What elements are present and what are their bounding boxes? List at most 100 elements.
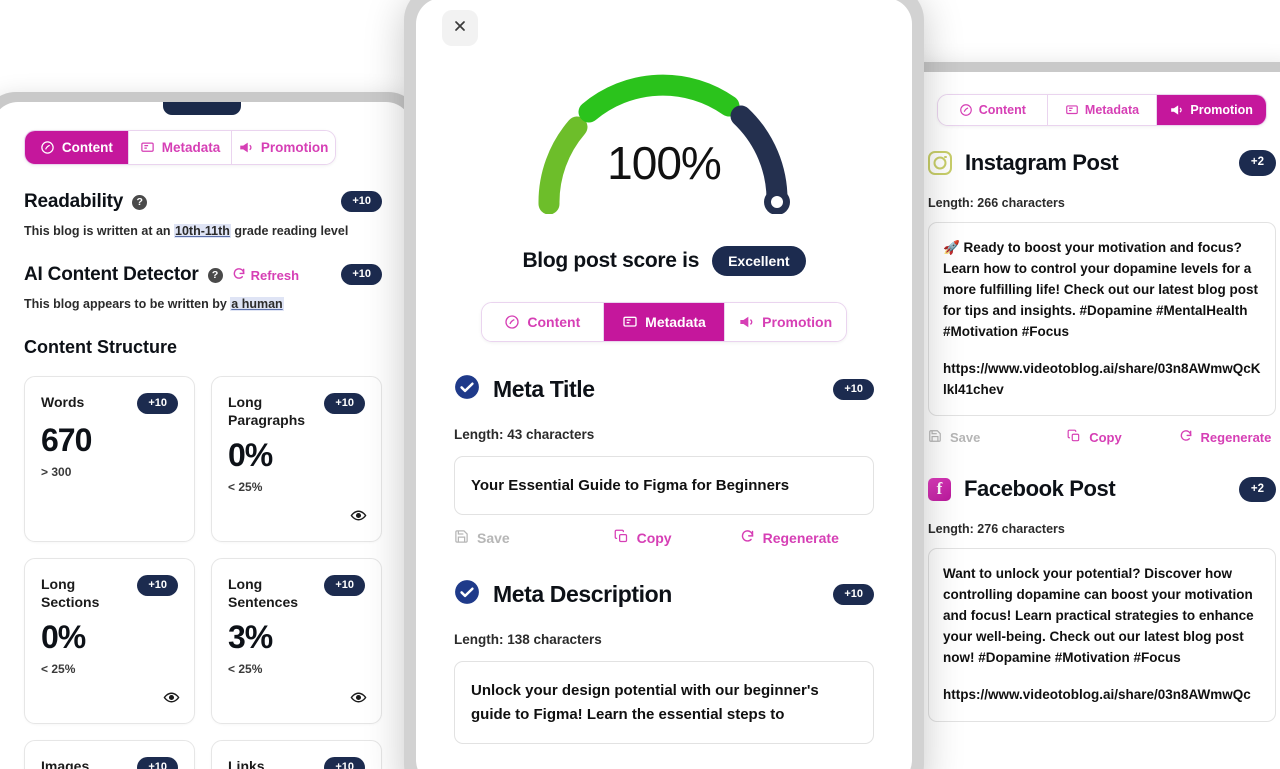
metadata-icon <box>140 140 155 155</box>
refresh-label: Refresh <box>250 267 300 283</box>
instagram-actions: Save Copy Regenerate <box>928 429 1276 446</box>
facebook-post-url: https://www.videotoblog.ai/share/03n8AWm… <box>943 687 1251 703</box>
save-label: Save <box>950 430 981 446</box>
promotion-icon <box>739 314 755 330</box>
instagram-section-header: Instagram Post +2 <box>928 150 1276 176</box>
instagram-post-body: 🚀 Ready to boost your motivation and foc… <box>943 240 1259 339</box>
metadata-icon <box>622 314 638 330</box>
app-screenshot: Content Metadata Promotion Readability ?… <box>0 0 1280 769</box>
metric-value: 0% <box>228 437 273 474</box>
tab-promotion-label: Promotion <box>1190 103 1253 117</box>
metric-value: 3% <box>228 619 273 656</box>
copy-button[interactable]: Copy <box>614 529 740 547</box>
question-mark-icon[interactable]: ? <box>132 194 148 210</box>
copy-icon <box>614 529 629 547</box>
readability-grade-link[interactable]: 10th-11th <box>174 224 231 238</box>
copy-label: Copy <box>636 530 672 547</box>
instagram-icon <box>928 151 952 175</box>
eye-icon[interactable] <box>163 689 180 711</box>
ai-detector-description: This blog appears to be written by a hum… <box>24 297 382 311</box>
tab-promotion[interactable]: Promotion <box>232 131 335 164</box>
tab-promotion-label: Promotion <box>762 314 833 330</box>
tab-content[interactable]: Content <box>938 95 1048 125</box>
metric-card[interactable]: Words +10 670 > 300 <box>24 376 195 542</box>
tab-metadata[interactable]: Metadata <box>1047 95 1158 125</box>
instagram-post-url: https://www.videotoblog.ai/share/03n8AWm… <box>943 360 1261 397</box>
tab-content-label: Content <box>527 314 581 330</box>
metric-label: Images <box>41 758 90 769</box>
tab-promotion[interactable]: Promotion <box>1157 95 1266 125</box>
tab-metadata[interactable]: Metadata <box>128 131 233 164</box>
right-tabbar: Content Metadata Promotion <box>937 94 1267 126</box>
facebook-post-textarea[interactable]: Want to unlock your potential? Discover … <box>928 548 1276 722</box>
meta-description-section: Meta Description +10 Length: 138 charact… <box>416 579 912 744</box>
metric-label: Long Paragraphs <box>228 394 306 429</box>
regenerate-icon <box>740 529 755 547</box>
save-button[interactable]: Save <box>454 529 614 547</box>
metric-card[interactable]: Long Sentences +10 3% < 25% <box>211 558 382 724</box>
save-label: Save <box>477 530 510 547</box>
save-icon <box>454 529 469 547</box>
content-icon <box>504 314 520 330</box>
promotion-icon <box>1170 103 1184 117</box>
close-icon <box>452 18 468 39</box>
tab-content[interactable]: Content <box>482 303 604 341</box>
regenerate-button[interactable]: Regenerate <box>740 529 839 547</box>
metric-card[interactable]: Long Paragraphs +10 0% < 25% <box>211 376 382 542</box>
metric-badge: +10 <box>137 757 178 769</box>
meta-title-heading: Meta Title <box>493 376 595 402</box>
metric-hint: < 25% <box>41 662 76 677</box>
tab-content[interactable]: Content <box>25 131 129 164</box>
metric-card[interactable]: Long Sections +10 0% < 25% <box>24 558 195 724</box>
ai-detector-title: AI Content Detector <box>24 264 199 285</box>
regenerate-button[interactable]: Regenerate <box>1179 429 1271 446</box>
center-tabbar: Content Metadata Promotion <box>481 302 847 342</box>
meta-title-value: Your Essential Guide to Figma for Beginn… <box>471 477 790 494</box>
content-structure-cards: Words +10 670 > 300 Long Paragraphs +10 … <box>24 376 382 769</box>
facebook-icon <box>928 477 951 501</box>
check-circle-icon <box>454 579 480 610</box>
tab-promotion[interactable]: Promotion <box>725 303 846 341</box>
readability-description: This blog is written at an 10th-11th gra… <box>24 224 382 238</box>
instagram-badge: +2 <box>1238 150 1276 176</box>
copy-button[interactable]: Copy <box>1067 429 1178 446</box>
question-mark-icon[interactable]: ? <box>207 267 223 283</box>
readability-desc-prefix: This blog is written at an <box>24 224 175 238</box>
content-icon <box>40 140 55 155</box>
metric-hint: > 300 <box>41 465 72 479</box>
save-button[interactable]: Save <box>928 429 1067 446</box>
refresh-button[interactable]: Refresh <box>232 267 299 284</box>
instagram-length: Length: 266 characters <box>928 196 1065 210</box>
blog-score-pill: Excellent <box>712 246 806 276</box>
facebook-badge: +2 <box>1238 476 1276 503</box>
metric-badge: +10 <box>324 757 365 769</box>
ai-detector-header: AI Content Detector ? Refresh <box>24 264 299 286</box>
regenerate-icon <box>1179 429 1193 446</box>
right-device-frame: Content Metadata Promotion Instagram Pos… <box>892 62 1280 769</box>
instagram-title: Instagram Post <box>965 150 1119 175</box>
readability-badge: +10 <box>341 191 382 212</box>
metric-card[interactable]: Images +10 <box>24 740 195 769</box>
tab-metadata[interactable]: Metadata <box>603 303 726 341</box>
metric-value: 0% <box>41 619 86 656</box>
meta-description-value: Unlock your design potential with our be… <box>471 682 819 723</box>
gauge-percent-label: 100% <box>607 137 722 189</box>
copy-label: Copy <box>1089 430 1122 446</box>
meta-title-input[interactable]: Your Essential Guide to Figma for Beginn… <box>454 456 874 516</box>
ai-human-link[interactable]: a human <box>230 297 284 311</box>
eye-icon[interactable] <box>350 689 367 711</box>
metric-badge: +10 <box>324 575 365 596</box>
regenerate-label: Regenerate <box>762 530 839 547</box>
save-icon <box>928 429 942 446</box>
readability-desc-suffix: grade reading level <box>230 224 349 238</box>
metric-card[interactable]: Links +10 <box>211 740 382 769</box>
meta-title-actions: Save Copy Regenerate <box>454 529 874 547</box>
meta-description-badge: +10 <box>833 584 874 606</box>
close-button[interactable] <box>442 10 478 46</box>
ai-desc-prefix: This blog appears to be written by <box>24 297 231 311</box>
eye-icon[interactable] <box>350 507 367 529</box>
promotion-icon <box>239 140 254 155</box>
meta-description-input[interactable]: Unlock your design potential with our be… <box>454 661 874 744</box>
center-device-screen: 100% Blog post score is Excellent Conten… <box>416 0 912 769</box>
instagram-post-textarea[interactable]: 🚀 Ready to boost your motivation and foc… <box>928 222 1276 417</box>
